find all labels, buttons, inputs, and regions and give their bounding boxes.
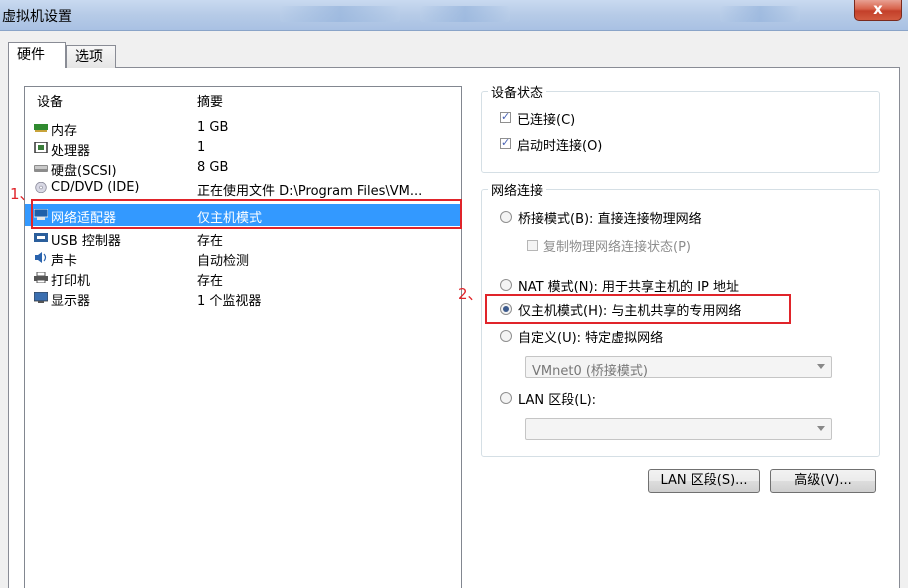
printer-icon — [34, 272, 48, 283]
device-row-sound[interactable]: 声卡 自动检测 — [25, 248, 461, 269]
device-status-title: 设备状态 — [488, 82, 547, 101]
device-list-header: 设备 摘要 — [25, 87, 461, 110]
column-header-device[interactable]: 设备 — [37, 91, 63, 110]
device-name: USB 控制器 — [51, 234, 121, 249]
window-title: 虚拟机设置 — [2, 9, 72, 25]
nat-label[interactable]: NAT 模式(N): 用于共享主机的 IP 地址 — [518, 276, 739, 295]
connected-checkbox[interactable] — [500, 110, 511, 123]
blurred-title-region — [280, 6, 400, 22]
device-summary: 8 GB — [197, 160, 229, 175]
device-summary: 正在使用文件 D:\Program Files\VM... — [197, 184, 423, 199]
blurred-title-region — [720, 6, 800, 22]
network-connection-title: 网络连接 — [488, 180, 547, 199]
nat-radio[interactable] — [500, 279, 512, 291]
device-row-harddisk[interactable]: 硬盘(SCSI) 8 GB — [25, 158, 461, 179]
connect-at-power-on-label[interactable]: 启动时连接(O) — [517, 135, 602, 154]
device-name: 处理器 — [51, 144, 91, 159]
device-summary: 自动检测 — [197, 254, 250, 269]
lan-segment-select[interactable] — [525, 418, 832, 440]
replicate-state-checkbox[interactable] — [527, 240, 538, 251]
device-name: 打印机 — [51, 274, 91, 289]
title-bar: 虚拟机设置 x — [0, 0, 908, 31]
display-icon — [34, 292, 48, 303]
chevron-down-icon — [817, 364, 825, 369]
device-row-processor[interactable]: 处理器 1 — [25, 138, 461, 159]
usb-icon — [34, 233, 48, 242]
device-row-cd-dvd[interactable]: CD/DVD (IDE) 正在使用文件 D:\Program Files\VM.… — [25, 178, 461, 199]
advanced-button[interactable]: 高级(V)... — [770, 469, 876, 493]
harddisk-icon — [34, 165, 48, 172]
connected-label[interactable]: 已连接(C) — [517, 109, 575, 128]
device-row-memory[interactable]: 内存 1 GB — [25, 118, 461, 139]
device-list[interactable]: 设备 摘要 内存 1 GB 处理器 1 硬盘(SCSI) 8 GB CD/DVD… — [24, 86, 462, 588]
cd-icon — [35, 182, 47, 193]
memory-icon — [34, 124, 48, 132]
tab-hardware[interactable]: 硬件 — [8, 42, 66, 68]
annotation-marker-2: 2、 — [458, 285, 483, 303]
lan-segment-radio[interactable] — [500, 392, 512, 404]
column-header-summary[interactable]: 摘要 — [197, 91, 223, 110]
custom-radio[interactable] — [500, 330, 512, 342]
connect-at-power-on-checkbox[interactable] — [500, 136, 511, 149]
device-name: 内存 — [51, 124, 78, 139]
bridged-label[interactable]: 桥接模式(B): 直接连接物理网络 — [518, 208, 702, 227]
bridged-radio[interactable] — [500, 211, 512, 223]
device-summary: 1 GB — [197, 120, 229, 135]
device-row-printer[interactable]: 打印机 存在 — [25, 268, 461, 289]
highlight-box-host-only — [485, 294, 791, 324]
tab-options[interactable]: 选项 — [66, 45, 116, 68]
device-name: 硬盘(SCSI) — [51, 164, 117, 179]
device-summary: 存在 — [197, 234, 224, 249]
device-summary: 1 — [197, 140, 206, 155]
processor-icon — [34, 142, 48, 153]
device-row-usb[interactable]: USB 控制器 存在 — [25, 228, 461, 249]
replicate-state-label[interactable]: 复制物理网络连接状态(P) — [543, 236, 691, 255]
lan-segment-label[interactable]: LAN 区段(L): — [518, 389, 596, 408]
highlight-box-network-adapter — [31, 199, 462, 229]
custom-network-select[interactable]: VMnet0 (桥接模式) — [525, 356, 832, 379]
sound-icon — [35, 252, 47, 263]
device-name: 显示器 — [51, 294, 91, 309]
blurred-title-region — [420, 6, 510, 22]
custom-network-value: VMnet0 (桥接模式) — [532, 364, 648, 379]
close-button[interactable]: x — [854, 0, 902, 21]
custom-label[interactable]: 自定义(U): 特定虚拟网络 — [518, 327, 663, 346]
device-name: 声卡 — [51, 254, 78, 269]
chevron-down-icon — [817, 426, 825, 431]
device-summary: 存在 — [197, 274, 224, 289]
device-summary: 1 个监视器 — [197, 294, 262, 309]
device-name: CD/DVD (IDE) — [51, 180, 140, 195]
device-row-display[interactable]: 显示器 1 个监视器 — [25, 288, 461, 309]
lan-segments-button[interactable]: LAN 区段(S)... — [648, 469, 760, 493]
device-status-group — [481, 91, 880, 173]
